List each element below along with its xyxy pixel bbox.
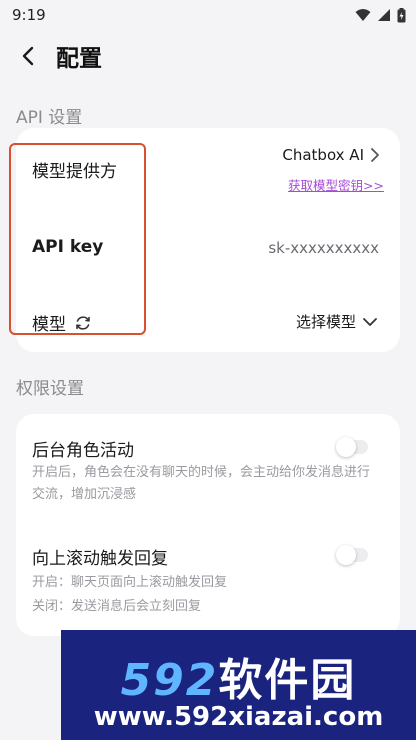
scroll-reply-toggle[interactable]	[336, 545, 368, 565]
scroll-reply-desc-off: 关闭：发送消息后会立刻回复	[32, 599, 202, 614]
chevron-left-icon	[22, 46, 34, 66]
cellular-icon	[378, 9, 390, 21]
battery-icon	[397, 7, 406, 22]
api-settings-card: 模型提供方 Chatbox AI 获取模型密钥>> API key sk-xxx…	[16, 128, 400, 352]
app-bar: 配置	[0, 30, 416, 82]
api-key-row[interactable]: API key sk-xxxxxxxxxx	[16, 218, 400, 278]
toggle-knob	[336, 437, 356, 457]
wifi-icon	[355, 9, 371, 21]
chevron-down-icon	[363, 317, 377, 326]
watermark-brand-text: 软件园	[218, 655, 357, 706]
permission-settings-card: 后台角色活动 开启后，角色会在没有聊天的时候，会主动给你发消息进行交流，增加沉浸…	[16, 414, 400, 636]
scroll-reply-desc-on: 开启：聊天页面向上滚动触发回复	[32, 575, 228, 590]
page-title: 配置	[56, 46, 102, 72]
model-label: 模型	[32, 310, 92, 335]
refresh-icon[interactable]	[74, 314, 92, 332]
model-label-text: 模型	[32, 315, 66, 335]
watermark-brand-number: 592	[120, 655, 219, 706]
watermark-url: www.592xiazai.com	[93, 702, 384, 732]
model-select[interactable]: 选择模型	[296, 311, 378, 332]
status-time: 9:19	[12, 6, 46, 24]
background-activity-title: 后台角色活动	[32, 441, 134, 461]
api-key-label: API key	[32, 237, 104, 257]
status-bar: 9:19	[0, 0, 416, 30]
provider-value-text: Chatbox AI	[282, 146, 364, 164]
watermark-banner: 592软件园 www.592xiazai.com	[61, 630, 416, 740]
model-row[interactable]: 模型 选择模型	[16, 294, 400, 348]
background-activity-toggle[interactable]	[336, 437, 368, 457]
provider-value: Chatbox AI	[282, 146, 380, 164]
api-key-value[interactable]: sk-xxxxxxxxxx	[268, 239, 379, 257]
toggle-knob	[336, 545, 356, 565]
get-api-key-link[interactable]: 获取模型密钥>>	[288, 175, 384, 194]
section-label-permissions: 权限设置	[16, 379, 84, 399]
scroll-reply-title: 向上滚动触发回复	[32, 549, 168, 569]
chevron-right-icon	[371, 148, 379, 162]
provider-row[interactable]: 模型提供方 Chatbox AI 获取模型密钥>>	[16, 128, 400, 202]
watermark-brand: 592软件园	[61, 644, 416, 708]
back-button[interactable]	[0, 30, 56, 82]
provider-label: 模型提供方	[32, 162, 117, 182]
model-select-text: 选择模型	[295, 313, 356, 331]
status-icons	[355, 7, 406, 23]
section-label-api: API 设置	[16, 108, 83, 128]
background-activity-desc: 开启后，角色会在没有聊天的时候，会主动给你发消息进行交流，增加沉浸感	[32, 465, 371, 502]
